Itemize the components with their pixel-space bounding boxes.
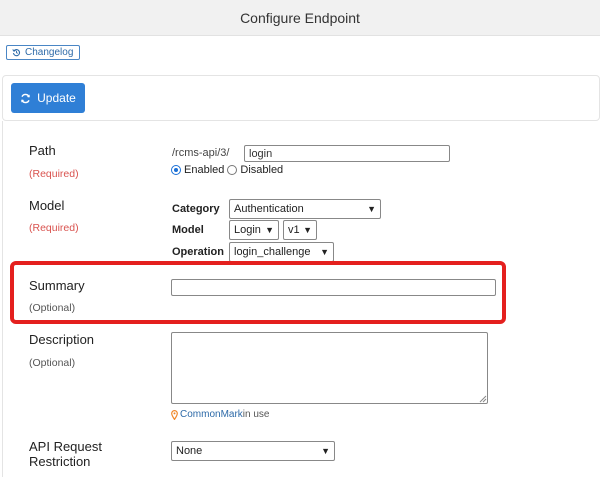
model-section-label: Model: [29, 198, 65, 213]
disabled-label: Disabled: [240, 164, 284, 176]
resize-grip-icon[interactable]: [479, 395, 487, 403]
history-icon: [12, 49, 21, 57]
commonmark-note: CommonMark in use: [171, 409, 269, 420]
disabled-radio[interactable]: [227, 165, 238, 175]
dialog-title: Configure Endpoint: [240, 10, 360, 26]
summary-highlight-box: [10, 261, 506, 324]
chevron-down-icon: ▼: [265, 225, 274, 235]
description-optional-note: (Optional): [29, 357, 76, 369]
category-label: Category: [172, 203, 220, 215]
category-select[interactable]: Authentication ▼: [229, 199, 381, 219]
status-radio-group: Enabled Disabled: [171, 164, 283, 176]
description-textarea[interactable]: [171, 332, 488, 404]
version-select[interactable]: v1 ▼: [283, 220, 317, 240]
model-required-note: (Required): [29, 222, 79, 234]
path-input[interactable]: [244, 145, 450, 162]
api-restriction-label-line1: API Request: [29, 439, 102, 454]
path-prefix: /rcms-api/3/: [172, 147, 230, 159]
changelog-button[interactable]: Changelog: [6, 45, 81, 60]
enabled-radio[interactable]: [171, 165, 181, 175]
api-restriction-value: None: [176, 445, 203, 457]
description-label: Description: [29, 332, 95, 347]
commonmark-suffix: in use: [242, 409, 270, 420]
map-pin-icon: [171, 409, 178, 420]
refresh-icon: [21, 93, 31, 103]
update-button[interactable]: Update: [11, 83, 85, 113]
content-divider: [2, 121, 3, 477]
model-select[interactable]: Login ▼: [229, 220, 279, 240]
api-restriction-label-line2: Restriction: [29, 454, 91, 469]
path-label: Path: [29, 143, 56, 158]
model-value: Login: [234, 224, 261, 236]
api-restriction-select[interactable]: None ▼: [171, 441, 335, 461]
operation-value: login_challenge: [234, 246, 311, 258]
category-value: Authentication: [234, 203, 304, 215]
chevron-down-icon: ▼: [320, 247, 329, 257]
chevron-down-icon: ▼: [367, 204, 376, 214]
action-panel: [2, 75, 600, 121]
operation-select[interactable]: login_challenge ▼: [229, 242, 334, 262]
changelog-label: Changelog: [25, 47, 74, 58]
model-label: Model: [172, 224, 204, 236]
chevron-down-icon: ▼: [303, 225, 312, 235]
operation-label: Operation: [172, 246, 224, 258]
commonmark-link[interactable]: CommonMark: [180, 409, 243, 420]
update-label: Update: [37, 91, 76, 105]
enabled-label: Enabled: [184, 164, 225, 176]
chevron-down-icon: ▼: [321, 446, 330, 456]
dialog-title-bar: Configure Endpoint: [0, 0, 600, 36]
version-value: v1: [288, 224, 300, 236]
path-required-note: (Required): [29, 168, 79, 180]
